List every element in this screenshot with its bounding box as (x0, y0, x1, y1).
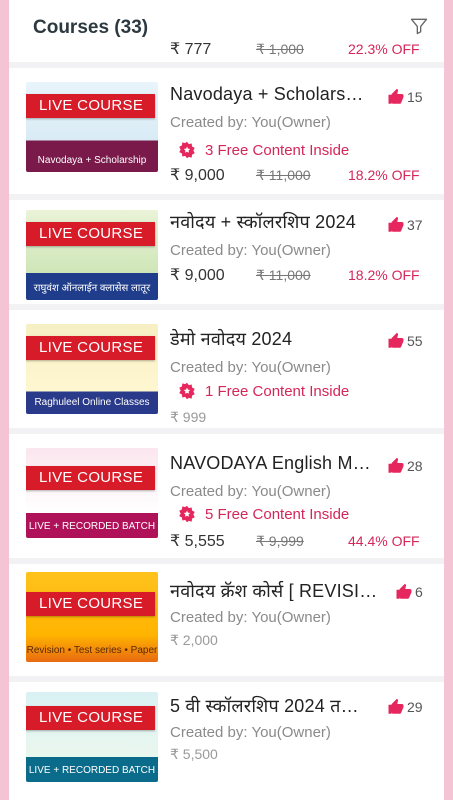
free-content: 1 Free Content Inside (178, 381, 349, 401)
course-card[interactable]: LIVE COURSE LIVE + RECORDED BATCH 5 वी स… (9, 686, 444, 800)
thumbnail-caption: Revision • Test series • Paper Solution (26, 645, 158, 656)
likes[interactable]: 28 (387, 455, 439, 477)
thumbnail-caption: Raghuleel Online Classes Latur (34, 397, 150, 408)
live-course-badge: LIVE COURSE (26, 592, 156, 616)
like-count: 55 (407, 333, 423, 349)
page-title: Courses (33) (33, 17, 149, 38)
course-title: Navodaya + Scholars… (170, 84, 364, 104)
price: ₹ 5,500 (170, 745, 218, 762)
course-thumbnail: LIVE COURSE LIVE + RECORDED BATCH (26, 692, 158, 782)
price-row: ₹ 999 (170, 406, 256, 428)
original-price: ₹ 11,000 (256, 166, 311, 183)
thumbnail-caption: Navodaya + Scholarship batch (37, 155, 147, 166)
course-thumbnail: LIVE COURSE राघुवंश ऑनलाईन क्लासेस लातूर (26, 210, 158, 300)
course-card[interactable]: LIVE COURSE LIVE + RECORDED BATCH NAVODA… (9, 442, 444, 564)
course-creator: Created by: You(Owner) (170, 242, 331, 259)
course-creator: Created by: You(Owner) (170, 359, 331, 376)
price: ₹ 2,000 (170, 631, 218, 648)
thumbs-up-icon (388, 88, 404, 104)
course-card[interactable]: LIVE COURSE Revision • Test series • Pap… (9, 566, 444, 682)
price: ₹ 999 (170, 408, 207, 425)
free-content: 3 Free Content Inside (178, 140, 349, 160)
live-course-badge: LIVE COURSE (26, 222, 156, 246)
course-title: NAVODAYA English M… (170, 453, 371, 473)
thumbs-up-icon (388, 332, 404, 348)
live-course-badge: LIVE COURSE (26, 466, 156, 490)
likes[interactable]: 55 (387, 330, 439, 352)
course-card[interactable]: LIVE COURSE Raghuleel Online Classes Lat… (9, 318, 444, 434)
discount: 18.2% OFF (348, 167, 420, 183)
original-price: ₹ 11,000 (256, 266, 311, 283)
badge-star-icon (179, 382, 195, 400)
course-card[interactable]: LIVE COURSE Navodaya + Scholarship batch… (9, 76, 444, 200)
like-count: 6 (415, 584, 423, 600)
price-row: ₹ 5,500 (170, 743, 256, 765)
like-count: 29 (407, 699, 423, 715)
price: ₹ 9,000 (170, 267, 225, 284)
free-content-label: 3 Free Content Inside (205, 141, 350, 159)
thumbs-up-icon (388, 457, 404, 473)
price-row: ₹ 2,000 (170, 629, 256, 651)
price-row: ₹ 5,555 ₹ 9,999 44.4% OFF (170, 530, 420, 552)
course-thumbnail: LIVE COURSE Navodaya + Scholarship batch (26, 82, 158, 172)
course-title: नवोदय क्रॅश कोर्स [ REVISI… (170, 581, 378, 601)
live-course-badge: LIVE COURSE (26, 706, 156, 730)
likes[interactable]: 6 (395, 581, 444, 603)
course-title: नवोदय + स्कॉलरशिप 2024 (170, 212, 356, 232)
badge-star-icon (179, 141, 195, 159)
original-price: ₹ 1,000 (256, 40, 304, 57)
thumbs-up-icon (396, 583, 412, 599)
discount: 22.3% OFF (348, 41, 420, 57)
course-list[interactable]: ₹ 777 ₹ 1,000 22.3% OFF LIVE COURSE Navo… (9, 0, 444, 800)
price: ₹ 5,555 (170, 533, 225, 550)
discount: 18.2% OFF (348, 267, 420, 283)
live-course-badge: LIVE COURSE (26, 336, 156, 360)
likes[interactable]: 15 (387, 86, 439, 108)
discount: 44.4% OFF (348, 533, 420, 549)
badge-star-icon (179, 505, 195, 523)
like-count: 37 (407, 217, 423, 233)
courses-panel: ₹ 777 ₹ 1,000 22.3% OFF LIVE COURSE Navo… (9, 0, 444, 800)
like-count: 15 (407, 89, 423, 105)
free-content-label: 5 Free Content Inside (205, 505, 350, 523)
thumbnail-caption: LIVE + RECORDED BATCH (28, 765, 156, 776)
live-course-badge: LIVE COURSE (26, 94, 156, 118)
thumbs-up-icon (388, 698, 404, 714)
course-creator: Created by: You(Owner) (170, 114, 331, 131)
thumbnail-caption: LIVE + RECORDED BATCH (28, 521, 156, 532)
course-thumbnail: LIVE COURSE Raghuleel Online Classes Lat… (26, 324, 158, 414)
free-content-label: 1 Free Content Inside (205, 382, 350, 400)
original-price: ₹ 9,999 (256, 532, 304, 549)
course-creator: Created by: You(Owner) (170, 609, 331, 626)
free-content: 5 Free Content Inside (178, 504, 349, 524)
like-count: 28 (407, 458, 423, 474)
course-creator: Created by: You(Owner) (170, 483, 331, 500)
course-thumbnail: LIVE COURSE Revision • Test series • Pap… (26, 572, 158, 662)
likes[interactable]: 29 (387, 696, 439, 718)
course-creator: Created by: You(Owner) (170, 724, 331, 741)
course-card[interactable]: LIVE COURSE राघुवंश ऑनलाईन क्लासेस लातूर… (9, 204, 444, 310)
filter-icon[interactable] (409, 16, 429, 36)
thumbs-up-icon (388, 216, 404, 232)
thumbnail-caption: राघुवंश ऑनलाईन क्लासेस लातूर (33, 283, 151, 294)
course-thumbnail: LIVE COURSE LIVE + RECORDED BATCH (26, 448, 158, 538)
price-row: ₹ 9,000 ₹ 11,000 18.2% OFF (170, 164, 420, 186)
courses-header: Courses (33) (9, 0, 444, 42)
price-row: ₹ 9,000 ₹ 11,000 18.2% OFF (170, 264, 420, 286)
course-title: 5 वी स्कॉलरशिप 2024 त… (170, 696, 359, 716)
price: ₹ 777 (170, 41, 212, 58)
course-title: डेमो नवोदय 2024 (170, 329, 293, 349)
price: ₹ 9,000 (170, 167, 225, 184)
likes[interactable]: 37 (387, 214, 439, 236)
